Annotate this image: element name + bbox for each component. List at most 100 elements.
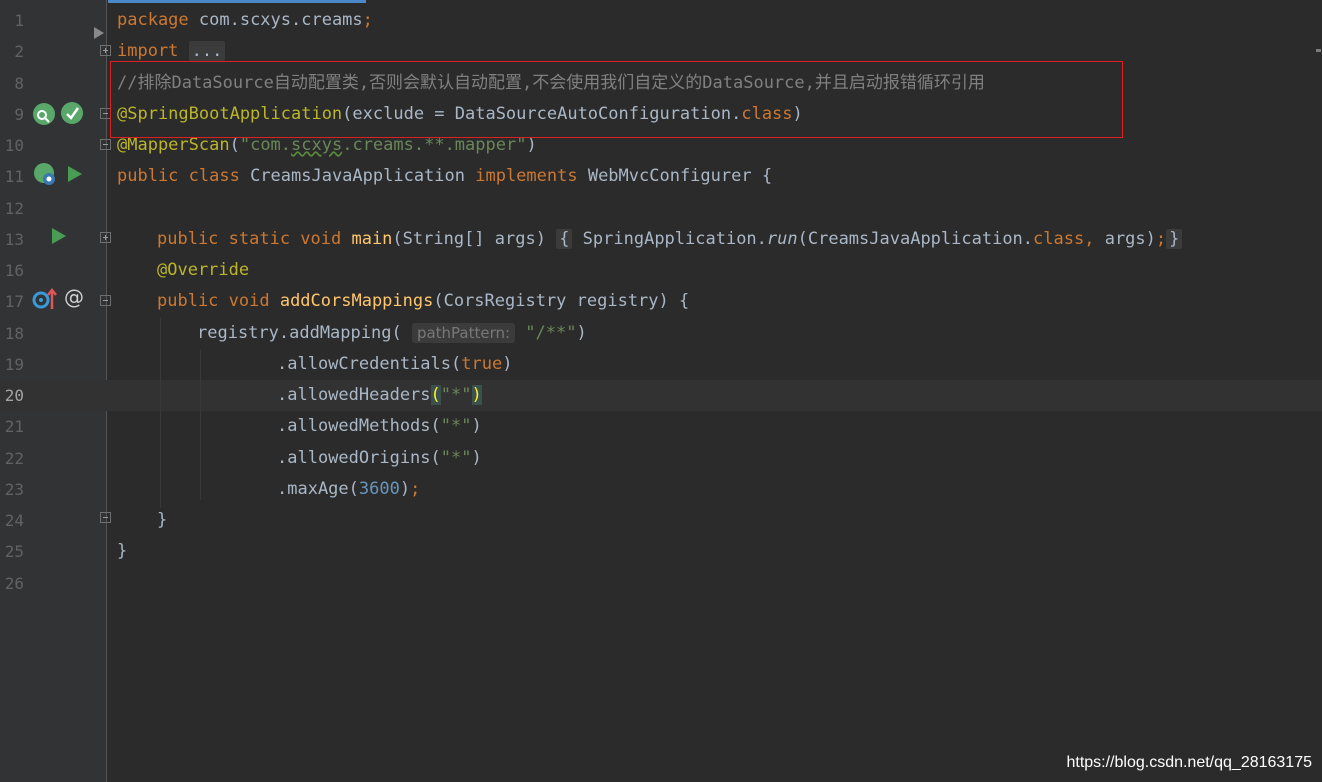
code-token: (String[] args) bbox=[392, 228, 557, 249]
code-token: ) bbox=[526, 135, 537, 155]
at-annotation-icon[interactable]: @ bbox=[64, 285, 84, 309]
line-number[interactable]: 10 bbox=[0, 130, 24, 161]
line-number[interactable]: 22 bbox=[0, 443, 24, 474]
fold-collapse-icon[interactable] bbox=[100, 512, 111, 523]
code-token: { bbox=[556, 228, 573, 249]
code-token: .maxAge( bbox=[277, 478, 359, 499]
indent-guide bbox=[200, 350, 201, 500]
code-token: .creams.**.mapper" bbox=[342, 135, 527, 155]
line-number[interactable]: 24 bbox=[0, 505, 24, 536]
code-token: (CorsRegistry registry) { bbox=[433, 291, 690, 312]
code-token: 3600 bbox=[358, 478, 400, 499]
spring-bean-icon[interactable] bbox=[32, 162, 58, 188]
implements-method-icon[interactable] bbox=[32, 287, 58, 311]
line-number[interactable]: 26 bbox=[0, 568, 24, 599]
code-token: @Override bbox=[157, 260, 250, 280]
code-token: (CreamsJavaApplication. bbox=[797, 228, 1034, 249]
code-text[interactable]: .allowedMethods("*") bbox=[277, 411, 482, 442]
code-token: .allowedMethods( bbox=[277, 416, 441, 437]
fold-collapse-icon[interactable] bbox=[100, 139, 111, 150]
code-token: "com. bbox=[239, 135, 292, 155]
code-token: public static void bbox=[157, 228, 352, 249]
code-token: ; bbox=[1155, 228, 1167, 249]
fold-collapse-icon[interactable] bbox=[100, 295, 111, 306]
code-token: ) bbox=[399, 478, 411, 499]
code-token: ( bbox=[229, 135, 240, 155]
line-number[interactable]: 8 bbox=[0, 68, 24, 99]
line-number[interactable]: 21 bbox=[0, 411, 24, 442]
code-token: main bbox=[351, 228, 393, 249]
code-text[interactable]: .maxAge(3600); bbox=[277, 474, 420, 505]
fold-expand-icon[interactable] bbox=[100, 232, 111, 243]
code-token: args) bbox=[1104, 228, 1156, 249]
code-text[interactable]: public static void main(String[] args) {… bbox=[157, 224, 1183, 255]
code-line[interactable]: 11 public class CreamsJavaApplication imp… bbox=[0, 161, 1322, 192]
code-text[interactable]: .allowCredentials(true) bbox=[277, 349, 512, 380]
line-number[interactable]: 17 bbox=[0, 286, 24, 317]
code-text[interactable]: .allowedHeaders("*") bbox=[277, 380, 482, 411]
code-token: run bbox=[766, 228, 798, 249]
bean-search-icon[interactable] bbox=[32, 102, 56, 126]
fold-expand-icon[interactable] bbox=[100, 45, 111, 56]
line-number[interactable]: 23 bbox=[0, 474, 24, 505]
code-line[interactable]: 22 .allowedOrigins("*") bbox=[0, 443, 1322, 474]
code-line[interactable]: 1 package com.scxys.creams; bbox=[0, 5, 1322, 36]
code-text[interactable]: registry.addMapping( pathPattern: "/**") bbox=[197, 318, 587, 349]
line-number[interactable]: 2 bbox=[0, 36, 24, 67]
line-number[interactable]: 19 bbox=[0, 349, 24, 380]
code-line[interactable]: 25} bbox=[0, 536, 1322, 567]
breakpoint-arrow-icon[interactable] bbox=[92, 26, 106, 40]
parameter-hint: pathPattern: bbox=[411, 322, 516, 343]
code-token: CreamsJavaApplication bbox=[250, 166, 476, 187]
code-line[interactable]: 12 bbox=[0, 193, 1322, 224]
code-line[interactable]: 18 registry.addMapping( pathPattern: "/**… bbox=[0, 318, 1322, 349]
code-token: public void bbox=[157, 291, 280, 312]
code-text[interactable]: } bbox=[157, 505, 167, 536]
code-token: registry.addMapping( bbox=[197, 322, 412, 343]
line-number[interactable]: 1 bbox=[0, 5, 24, 36]
code-token: ) bbox=[471, 416, 482, 437]
code-text[interactable]: } bbox=[117, 536, 127, 567]
watermark: https://blog.csdn.net/qq_28163175 bbox=[1066, 754, 1312, 771]
code-line[interactable]: 24} bbox=[0, 505, 1322, 536]
code-text[interactable]: .allowedOrigins("*") bbox=[277, 443, 482, 474]
code-line[interactable]: 23 .maxAge(3600); bbox=[0, 474, 1322, 505]
code-token: ... bbox=[188, 41, 226, 62]
run-icon[interactable] bbox=[50, 226, 68, 246]
code-line[interactable]: 13 public static void main(String[] args)… bbox=[0, 224, 1322, 255]
code-token: .allowCredentials( bbox=[277, 353, 462, 374]
code-line[interactable]: 17 public void addCorsMappings(CorsRegist… bbox=[0, 286, 1322, 317]
line-number[interactable]: 20 bbox=[0, 380, 24, 411]
code-token: ) bbox=[471, 385, 482, 405]
line-number[interactable]: 9 bbox=[0, 99, 24, 130]
code-token: ( bbox=[430, 385, 441, 405]
line-number[interactable]: 12 bbox=[0, 193, 24, 224]
code-text[interactable]: public class CreamsJavaApplication imple… bbox=[117, 161, 772, 192]
line-number[interactable]: 13 bbox=[0, 224, 24, 255]
code-line[interactable]: 26 bbox=[0, 568, 1322, 599]
line-number[interactable]: 16 bbox=[0, 255, 24, 286]
code-text[interactable]: package com.scxys.creams; bbox=[117, 5, 373, 36]
code-token: WebMvcConfigurer { bbox=[587, 166, 773, 187]
code-line[interactable]: 21 .allowedMethods("*") bbox=[0, 411, 1322, 442]
code-token: ) bbox=[471, 447, 482, 468]
run-icon[interactable] bbox=[66, 164, 84, 184]
code-token: implements bbox=[475, 166, 588, 187]
code-editor[interactable]: 1 package com.scxys.creams; 2 import ... 8//… bbox=[0, 0, 1322, 782]
line-number[interactable]: 11 bbox=[0, 161, 24, 192]
indent-guide bbox=[160, 318, 161, 508]
code-token: "/**" bbox=[515, 322, 577, 343]
code-line[interactable]: 20 .allowedHeaders("*") bbox=[0, 380, 1322, 411]
code-line[interactable]: 16 @Override bbox=[0, 255, 1322, 286]
code-token: .allowedOrigins( bbox=[277, 447, 441, 468]
code-line[interactable]: 19 .allowCredentials(true) bbox=[0, 349, 1322, 380]
code-token: , bbox=[1084, 228, 1105, 249]
bean-check-icon[interactable] bbox=[60, 100, 86, 126]
line-number[interactable]: 18 bbox=[0, 318, 24, 349]
code-token: package bbox=[117, 10, 199, 30]
code-text[interactable]: public void addCorsMappings(CorsRegistry… bbox=[157, 286, 689, 317]
code-text[interactable]: @Override bbox=[157, 255, 249, 286]
code-token: } bbox=[157, 510, 168, 530]
line-number[interactable]: 25 bbox=[0, 536, 24, 567]
code-token: addCorsMappings bbox=[279, 291, 434, 312]
